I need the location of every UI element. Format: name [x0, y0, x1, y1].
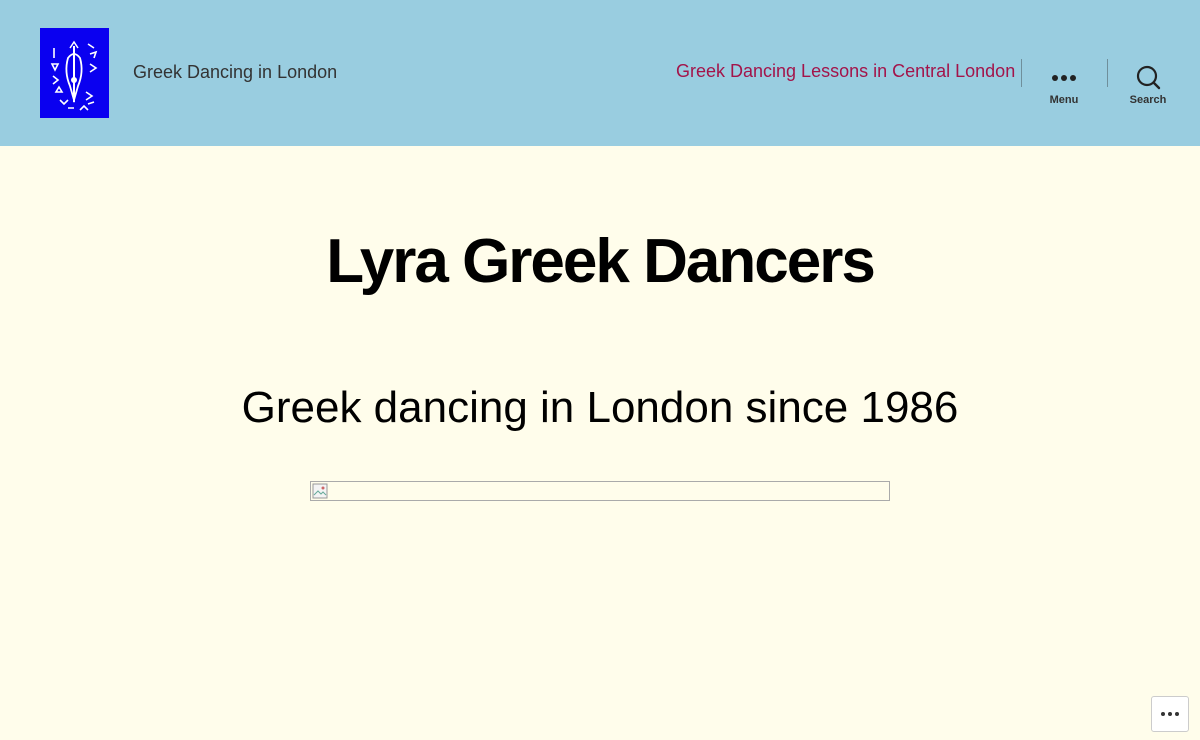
page-title: Lyra Greek Dancers: [326, 227, 876, 296]
lyra-logo-icon: [40, 28, 109, 118]
header-divider: [1021, 59, 1022, 87]
menu-label: Menu: [1049, 94, 1079, 106]
site-description: Greek Dancing in London: [133, 62, 338, 82]
page-subtitle: Greek dancing in London since 1986: [241, 383, 959, 432]
more-options-icon: [1161, 712, 1179, 716]
search-icon: [1113, 62, 1183, 92]
search-label: Search: [1129, 94, 1167, 106]
more-options-button[interactable]: [1151, 696, 1189, 732]
hero-image: [310, 481, 890, 501]
broken-image-icon: [312, 483, 328, 499]
site-logo[interactable]: [40, 28, 109, 118]
header-divider: [1107, 59, 1108, 87]
site-header: Greek Dancing in London Greek Dancing Le…: [0, 0, 1200, 146]
menu-button[interactable]: Menu: [1029, 58, 1099, 110]
nav-link-lessons[interactable]: Greek Dancing Lessons in Central London: [676, 61, 1015, 82]
ellipsis-icon: [1029, 62, 1099, 92]
search-button[interactable]: Search: [1113, 58, 1183, 110]
